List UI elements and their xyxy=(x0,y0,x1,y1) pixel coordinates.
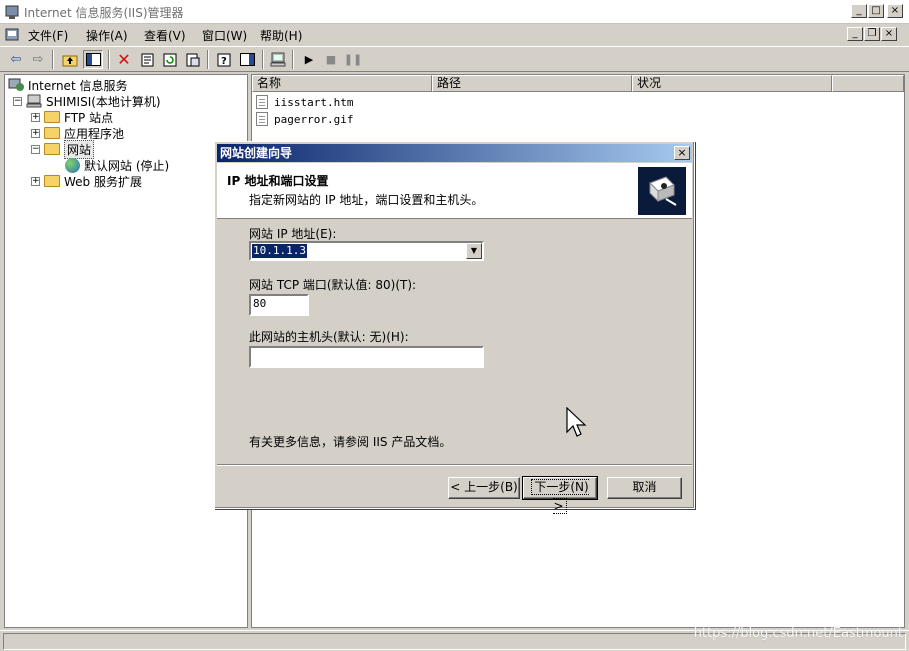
menu-file[interactable]: 文件(F) xyxy=(28,27,68,44)
tcp-port-field[interactable]: 80 xyxy=(249,294,309,316)
title-bar: Internet 信息服务(IIS)管理器 _ □ × xyxy=(0,0,909,24)
column-header-path[interactable]: 路径 xyxy=(432,75,632,92)
iis-app-icon xyxy=(5,5,19,19)
column-header-name[interactable]: 名称 xyxy=(252,75,432,92)
close-button[interactable]: × xyxy=(887,4,903,18)
pause-icon[interactable]: ❚❚ xyxy=(343,50,363,69)
back-button[interactable]: < 上一步(B) xyxy=(448,477,520,499)
tree-item-websites[interactable]: − 网站 xyxy=(31,139,95,159)
toolbar-separator xyxy=(292,50,294,69)
collapse-icon[interactable]: − xyxy=(31,144,40,154)
iis-root-icon xyxy=(8,78,24,91)
tcp-port-label: 网站 TCP 端口(默认值: 80)(T): xyxy=(249,278,417,292)
tree-item-default-site[interactable]: 默认网站 (停止) xyxy=(65,157,169,173)
toolbar-separator xyxy=(262,50,264,69)
dialog-title-bar: 网站创建向导 × xyxy=(217,144,692,162)
expand-icon[interactable]: + xyxy=(31,176,40,186)
next-button-label: 下一步(N) > xyxy=(531,479,589,514)
dialog-divider xyxy=(217,464,692,466)
computer-icon[interactable] xyxy=(268,50,288,69)
file-name: iisstart.htm xyxy=(274,95,354,109)
toolbar-separator xyxy=(108,50,110,69)
collapse-icon[interactable]: − xyxy=(13,96,22,106)
menu-action[interactable]: 操作(A) xyxy=(86,27,128,44)
properties-icon[interactable] xyxy=(137,50,157,69)
tree-item-label: 默认网站 (停止) xyxy=(84,158,170,173)
tree-item-label: FTP 站点 xyxy=(64,110,114,125)
host-header-label: 此网站的主机头(默认: 无)(H): xyxy=(249,330,409,344)
mouse-cursor-icon xyxy=(566,407,587,437)
maximize-button[interactable]: □ xyxy=(868,4,884,18)
dialog-subheading: 指定新网站的 IP 地址，端口设置和主机头。 xyxy=(249,193,484,207)
open-folder-icon xyxy=(44,143,60,155)
expand-icon[interactable]: + xyxy=(31,112,40,122)
window-title: Internet 信息服务(IIS)管理器 xyxy=(24,6,184,20)
info-text: 有关更多信息，请参阅 IIS 产品文档。 xyxy=(249,435,452,449)
list-item[interactable]: iisstart.htm xyxy=(256,94,353,110)
tree-item-web-extensions[interactable]: + Web 服务扩展 xyxy=(31,173,142,189)
tree-root[interactable]: Internet 信息服务 xyxy=(8,77,127,93)
ip-address-select[interactable]: 10.1.1.3 ▼ xyxy=(249,241,484,261)
toolbar-separator xyxy=(52,50,54,69)
mdi-close-button[interactable]: × xyxy=(881,27,897,41)
export-icon[interactable] xyxy=(183,50,203,69)
tree-item-label: Web 服务扩展 xyxy=(64,174,142,189)
menu-window[interactable]: 窗口(W) xyxy=(202,27,247,44)
refresh-icon[interactable] xyxy=(160,50,180,69)
website-creation-wizard-dialog: 网站创建向导 × IP 地址和端口设置 指定新网站的 IP 地址，端口设置和主机… xyxy=(214,141,695,514)
dialog-header: IP 地址和端口设置 指定新网站的 IP 地址，端口设置和主机头。 xyxy=(217,163,692,219)
dialog-title: 网站创建向导 xyxy=(220,146,293,160)
chevron-down-icon[interactable]: ▼ xyxy=(466,243,482,259)
back-icon[interactable]: ⇦ xyxy=(6,50,26,69)
tree-pane[interactable]: Internet 信息服务 − SHIMISI(本地计算机) + FTP 站点 … xyxy=(4,74,248,628)
console-icon[interactable] xyxy=(237,50,257,69)
column-header-status[interactable]: 状况 xyxy=(632,75,832,92)
list-item[interactable]: pagerror.gif xyxy=(256,111,353,127)
stop-icon[interactable]: ■ xyxy=(321,50,341,69)
host-header-field[interactable] xyxy=(249,346,484,368)
computer-icon xyxy=(26,94,42,108)
expand-icon[interactable]: + xyxy=(31,128,40,138)
up-folder-icon[interactable] xyxy=(60,50,80,69)
file-icon xyxy=(256,95,268,109)
mdi-minimize-button[interactable]: _ xyxy=(847,27,863,41)
dialog-heading: IP 地址和端口设置 xyxy=(227,174,329,188)
play-icon[interactable]: ▶ xyxy=(299,50,319,69)
wizard-book-icon xyxy=(638,167,686,215)
menu-help[interactable]: 帮助(H) xyxy=(260,27,302,44)
column-header-empty xyxy=(832,75,904,92)
mdi-restore-button[interactable]: ❐ xyxy=(864,27,880,41)
show-tree-icon[interactable] xyxy=(83,50,103,69)
tree-computer[interactable]: − SHIMISI(本地计算机) xyxy=(13,93,161,109)
svg-text:?: ? xyxy=(221,56,227,67)
cancel-button[interactable]: 取消 xyxy=(607,477,682,499)
tree-item-ftp[interactable]: + FTP 站点 xyxy=(31,109,113,125)
folder-icon xyxy=(44,111,60,123)
console-doc-icon xyxy=(5,28,19,41)
toolbar-separator xyxy=(207,50,209,69)
help-icon[interactable]: ? xyxy=(214,50,234,69)
dialog-close-button[interactable]: × xyxy=(674,146,690,160)
delete-icon[interactable]: ✕ xyxy=(114,50,134,69)
menu-view[interactable]: 查看(V) xyxy=(144,27,186,44)
file-name: pagerror.gif xyxy=(274,112,354,126)
ip-address-value: 10.1.1.3 xyxy=(252,244,307,258)
watermark: https://blog.csdn.net/Eastmount xyxy=(693,626,903,641)
toolbar: ⇦ ⇨ ✕ ? ▶ ■ ❚❚ xyxy=(0,46,909,72)
ip-address-label: 网站 IP 地址(E): xyxy=(249,227,337,241)
file-icon xyxy=(256,112,268,126)
website-stopped-icon xyxy=(65,157,80,173)
minimize-button[interactable]: _ xyxy=(851,4,867,18)
next-button[interactable]: 下一步(N) > xyxy=(522,476,598,514)
folder-icon xyxy=(44,175,60,187)
forward-icon[interactable]: ⇨ xyxy=(28,50,48,69)
tree-root-label: Internet 信息服务 xyxy=(28,78,128,93)
folder-icon xyxy=(44,127,60,139)
menu-bar: 文件(F) 操作(A) 查看(V) 窗口(W) 帮助(H) _ ❐ × xyxy=(0,24,909,46)
tree-computer-label: SHIMISI(本地计算机) xyxy=(46,94,161,109)
